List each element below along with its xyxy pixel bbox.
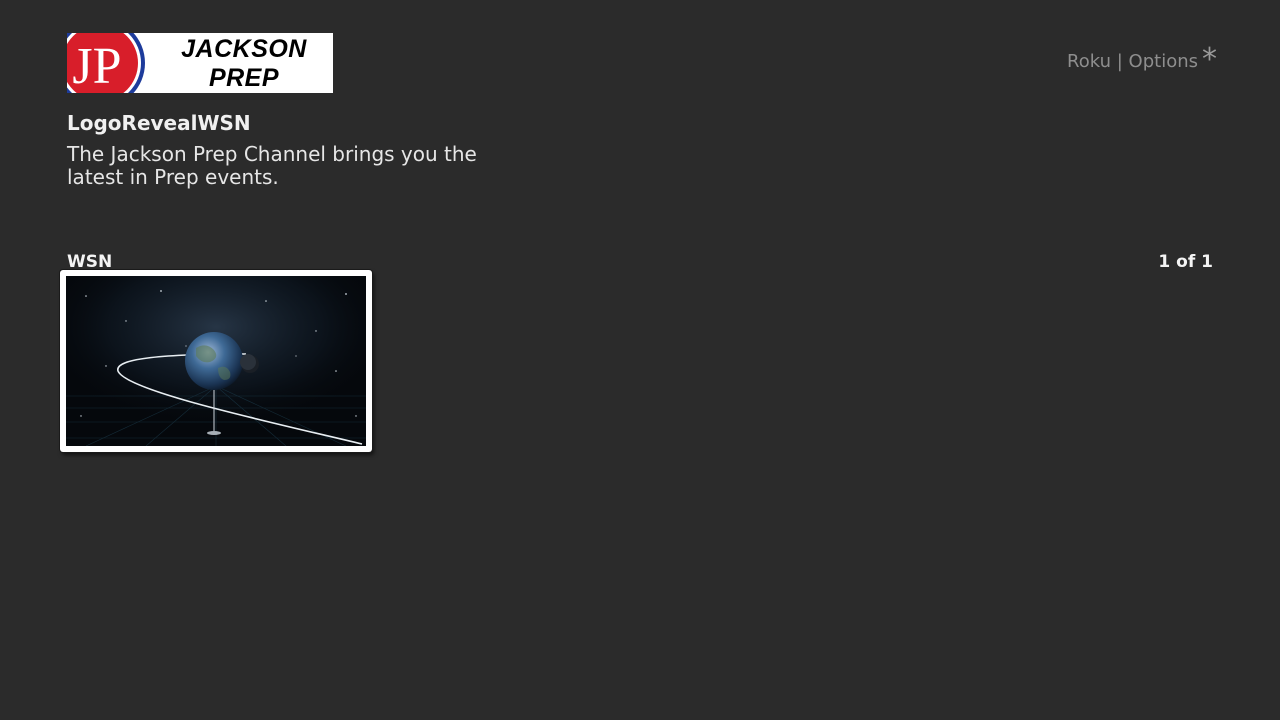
logo-wordmark: JACKSON PREP (159, 35, 329, 93)
item-title: LogoRevealWSN (67, 111, 251, 135)
row-label: WSN (67, 252, 113, 272)
options-hint[interactable]: Roku | Options * (1067, 45, 1217, 75)
video-tile[interactable] (60, 270, 372, 452)
options-hint-label: Roku | Options (1067, 51, 1198, 72)
row-counter: 1 of 1 (1158, 252, 1213, 272)
roku-channel-screen: JP JACKSON PREP Roku | Options * LogoRev… (0, 0, 1280, 720)
channel-logo: JP JACKSON PREP (67, 33, 333, 93)
asterisk-icon: * (1202, 42, 1217, 77)
logo-monogram: JP (72, 38, 121, 93)
logo-line-2: PREP (208, 64, 280, 92)
item-description: The Jackson Prep Channel brings you the … (67, 142, 477, 189)
logo-line-1: JACKSON (181, 35, 307, 63)
earth-orbit-thumbnail (66, 276, 366, 446)
jp-emblem-icon: JP (67, 33, 145, 93)
